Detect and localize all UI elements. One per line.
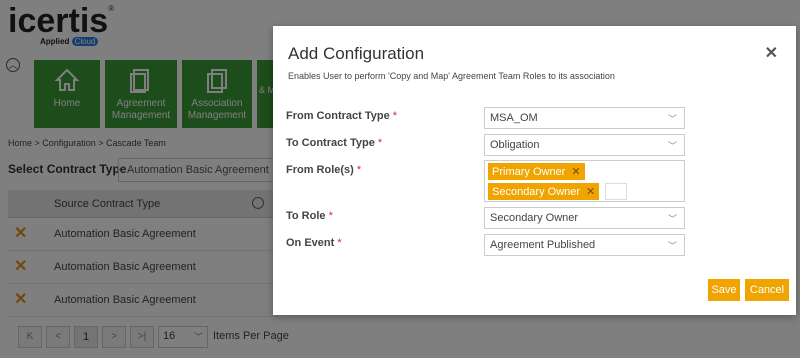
role-tag: Secondary Owner ✕ <box>488 183 600 200</box>
from-roles-text: From Role(s) <box>286 164 354 176</box>
remove-tag-icon[interactable]: ✕ <box>571 166 580 178</box>
from-contract-type-label: From Contract Type * <box>286 110 397 122</box>
chevron-down-icon: ﹀ <box>667 141 677 151</box>
to-role-text: To Role <box>286 210 326 222</box>
on-event-select[interactable]: Agreement Published ﹀ <box>484 234 685 256</box>
dialog-title: Add Configuration <box>288 44 425 63</box>
to-role-value: Secondary Owner <box>490 212 579 224</box>
to-contract-type-text: To Contract Type <box>286 137 375 149</box>
save-button[interactable]: Save <box>708 279 740 301</box>
cancel-button[interactable]: Cancel <box>745 279 789 301</box>
role-search-input[interactable] <box>605 183 627 200</box>
chevron-down-icon: ﹀ <box>667 241 677 251</box>
role-tag-label: Primary Owner <box>492 166 566 178</box>
add-configuration-dialog: Add Configuration ✕ Enables User to perf… <box>273 26 796 315</box>
chevron-down-icon: ﹀ <box>667 214 677 224</box>
required-mark: * <box>337 237 342 249</box>
from-contract-type-select[interactable]: MSA_OM ﹀ <box>484 107 685 129</box>
role-tag-label: Secondary Owner <box>492 186 581 198</box>
required-mark: * <box>392 110 398 122</box>
from-contract-type-text: From Contract Type <box>286 110 390 122</box>
required-mark: * <box>328 210 333 222</box>
from-roles-multiselect[interactable]: Primary Owner ✕ Secondary Owner ✕ <box>484 160 685 202</box>
to-contract-type-label: To Contract Type * <box>286 137 382 149</box>
from-contract-type-value: MSA_OM <box>490 112 538 124</box>
required-mark: * <box>356 164 362 176</box>
required-mark: * <box>377 137 383 149</box>
to-contract-type-select[interactable]: Obligation ﹀ <box>484 134 685 156</box>
on-event-text: On Event <box>286 237 335 249</box>
dialog-description: Enables User to perform 'Copy and Map' A… <box>288 71 615 81</box>
to-role-label: To Role * <box>286 210 333 222</box>
role-tag: Primary Owner ✕ <box>488 163 585 180</box>
chevron-down-icon: ﹀ <box>667 114 677 124</box>
from-roles-label: From Role(s) * <box>286 164 361 176</box>
on-event-label: On Event * <box>286 237 342 249</box>
to-role-select[interactable]: Secondary Owner ﹀ <box>484 207 685 229</box>
to-contract-type-value: Obligation <box>490 139 540 151</box>
on-event-value: Agreement Published <box>490 239 596 251</box>
remove-tag-icon[interactable]: ✕ <box>586 186 595 198</box>
close-icon[interactable]: ✕ <box>765 43 778 63</box>
